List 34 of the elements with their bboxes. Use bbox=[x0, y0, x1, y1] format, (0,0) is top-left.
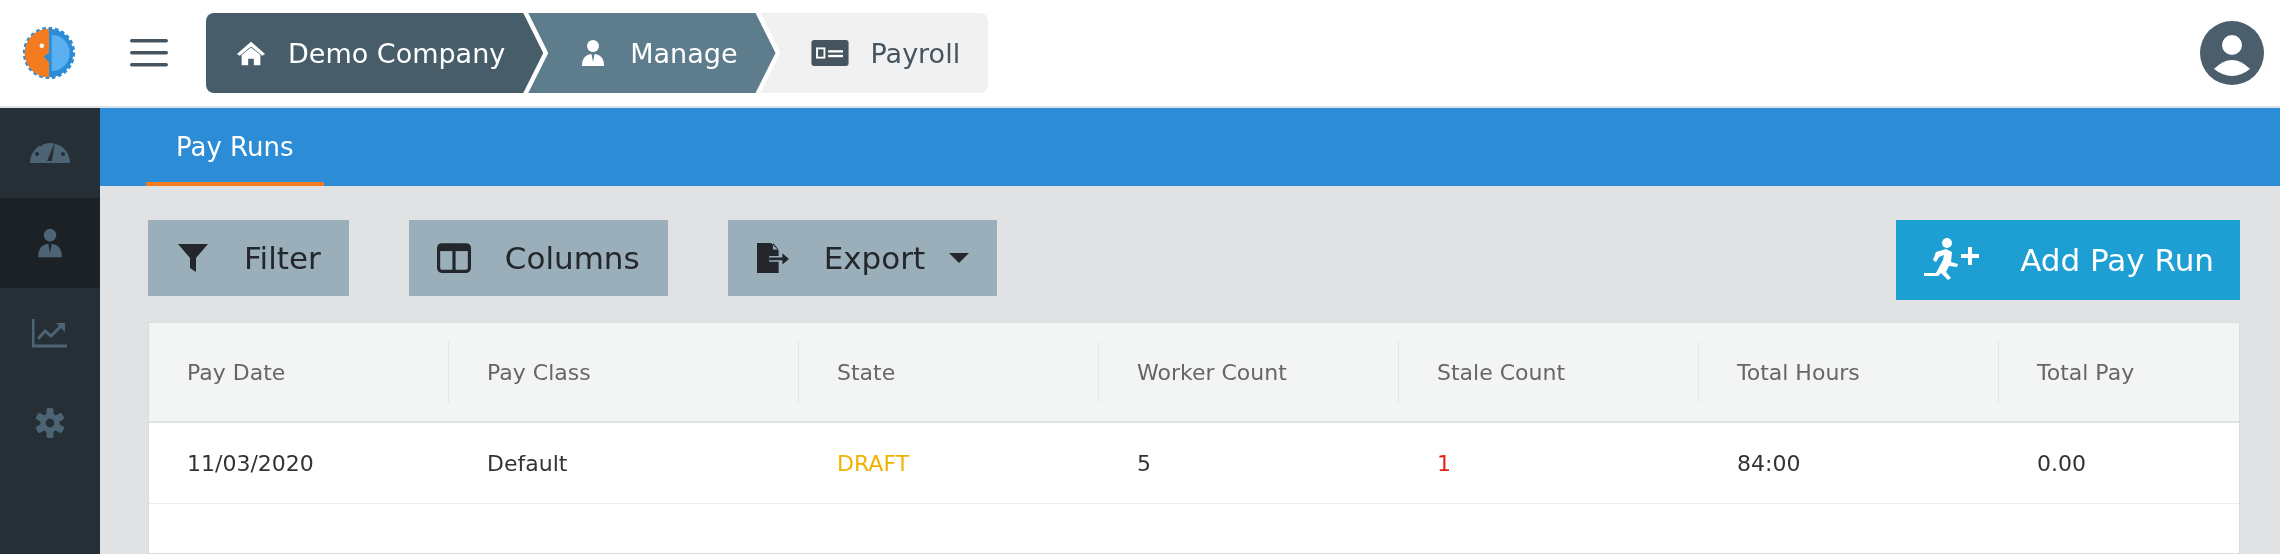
chart-icon bbox=[32, 318, 68, 348]
table-cell-text: DRAFT bbox=[836, 449, 911, 478]
breadcrumb-item[interactable]: Manage bbox=[528, 13, 776, 93]
export-icon bbox=[755, 242, 790, 274]
sidebar-item[interactable] bbox=[0, 198, 100, 288]
table-cell-text: 84:00 bbox=[1736, 449, 1802, 478]
column-header[interactable]: Total Pay bbox=[1999, 341, 2239, 403]
column-header[interactable]: Total Hours bbox=[1699, 341, 1999, 403]
column-header[interactable]: Worker Count bbox=[1099, 341, 1399, 403]
export-button[interactable]: Export bbox=[727, 220, 998, 296]
logo-icon[interactable] bbox=[22, 26, 76, 80]
table-cell-text: 1 bbox=[1436, 449, 1452, 478]
breadcrumb-item[interactable]: Demo Company bbox=[206, 13, 544, 93]
table-cell-text: 11/03/2020 bbox=[186, 449, 315, 478]
add-pay-run-button[interactable]: Add Pay Run bbox=[1896, 220, 2240, 300]
column-header[interactable]: Pay Class bbox=[449, 341, 799, 403]
dashboard-icon bbox=[30, 143, 70, 163]
breadcrumb-item[interactable]: Payroll bbox=[760, 13, 989, 93]
caret-icon bbox=[949, 253, 970, 263]
home-icon bbox=[236, 39, 266, 67]
filter-icon bbox=[176, 242, 210, 274]
filter-button[interactable]: Filter bbox=[148, 220, 349, 296]
table-cell-text: 0.00 bbox=[2036, 449, 2087, 478]
table-cell-text: 5 bbox=[1136, 449, 1152, 478]
avatar-icon[interactable] bbox=[2200, 21, 2264, 85]
columns-icon bbox=[436, 242, 471, 274]
column-header[interactable]: State bbox=[799, 341, 1099, 403]
columns-button[interactable]: Columns bbox=[408, 220, 668, 296]
column-header[interactable]: Stale Count bbox=[1399, 341, 1699, 403]
tab[interactable]: Pay Runs bbox=[146, 108, 324, 186]
menu-icon[interactable] bbox=[130, 38, 168, 68]
table-cell-text: Default bbox=[486, 449, 569, 478]
column-header[interactable]: Pay Date bbox=[149, 341, 449, 403]
card-icon bbox=[810, 40, 849, 66]
